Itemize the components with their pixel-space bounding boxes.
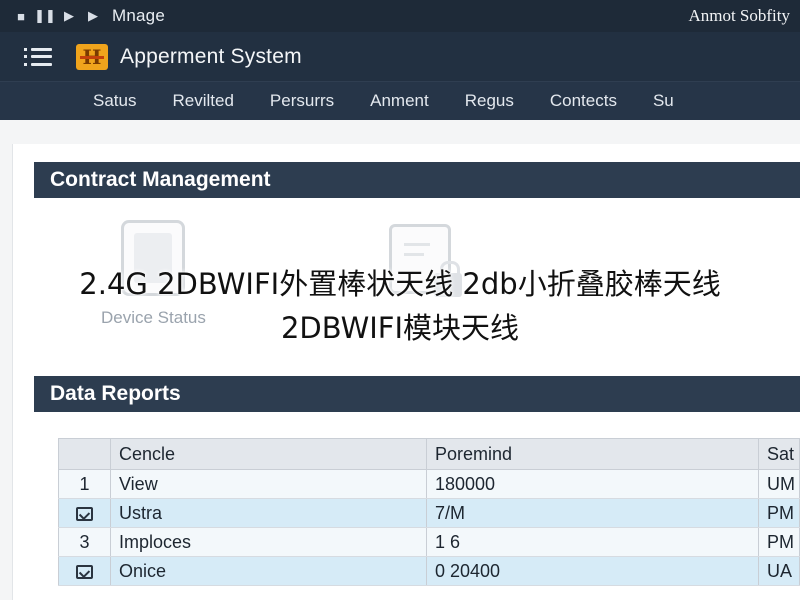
column-header-status[interactable]: Sat [758,438,800,470]
doc-line [404,243,430,246]
contract-management-header: Contract Management [34,162,800,198]
row-value: 0 20400 [426,556,759,586]
row-name: Onice [110,556,427,586]
table-row[interactable]: Ustra 7/M PM [58,498,800,528]
window-topbar: ■ ❚❚ ▶ ▶ Mnage Anmot Sobfity [0,0,800,32]
row-checkbox[interactable] [58,498,111,528]
menu-icon-bar [24,62,52,66]
data-reports-header: Data Reports [34,376,800,412]
app-header: H Apperment System [0,32,800,82]
table-row[interactable]: 1 View 180000 UM [58,469,800,499]
nav-item-more[interactable]: Su [635,91,692,111]
lock-icon [434,261,462,297]
secure-document-icon [389,224,462,297]
device-icon [121,220,186,296]
row-value: 7/M [426,498,759,528]
nav-item-persurrs[interactable]: Persurrs [252,91,352,111]
column-header-cencle[interactable]: Cencle [110,438,427,470]
nav-item-revilted[interactable]: Revilted [154,91,251,111]
forward-icon[interactable]: ▶ [84,7,102,25]
menu-icon-bar [24,47,52,51]
row-index: 1 [58,469,111,499]
data-reports-table: Cencle Poremind Sat 1 View 180000 UM Ust… [58,438,800,586]
app-title: Apperment System [120,44,302,68]
table-row[interactable]: Onice 0 20400 UA [58,556,800,586]
checkbox-checked-icon[interactable] [76,506,93,521]
stop-icon[interactable]: ■ [12,7,30,25]
row-status: PM [758,498,800,528]
row-name: Imploces [110,527,427,557]
window-title: Mnage [112,6,165,25]
column-header-poremind[interactable]: Poremind [426,438,759,470]
row-value: 1 6 [426,527,759,557]
row-name: Ustra [110,498,427,528]
table-row[interactable]: 3 Imploces 1 6 PM [58,527,800,557]
row-status: UA [758,556,800,586]
user-name[interactable]: Anmot Sobfity [688,6,790,26]
doc-line [404,253,424,256]
column-header-index[interactable] [58,438,111,470]
play-icon[interactable]: ▶ [60,7,78,25]
menu-icon[interactable] [24,47,52,66]
nav-item-anment[interactable]: Anment [352,91,447,111]
row-checkbox[interactable] [58,556,111,586]
table-header-row: Cencle Poremind Sat [58,438,800,470]
app-logo-icon: H [76,43,108,70]
device-status-widget[interactable]: Device Status [101,220,206,328]
row-name: View [110,469,427,499]
checkbox-checked-icon[interactable] [76,564,93,579]
menu-icon-bar [24,55,52,58]
row-status: UM [758,469,800,499]
secure-document-widget[interactable] [389,224,462,306]
nav-item-regus[interactable]: Regus [447,91,532,111]
row-value: 180000 [426,469,759,499]
row-index: 3 [58,527,111,557]
nav-item-contects[interactable]: Contects [532,91,635,111]
row-status: PM [758,527,800,557]
device-status-label: Device Status [101,308,206,327]
pause-icon[interactable]: ❚❚ [34,7,56,25]
main-nav: Satus Revilted Persurrs Anment Regus Con… [0,82,800,120]
nav-item-status[interactable]: Satus [0,91,154,111]
